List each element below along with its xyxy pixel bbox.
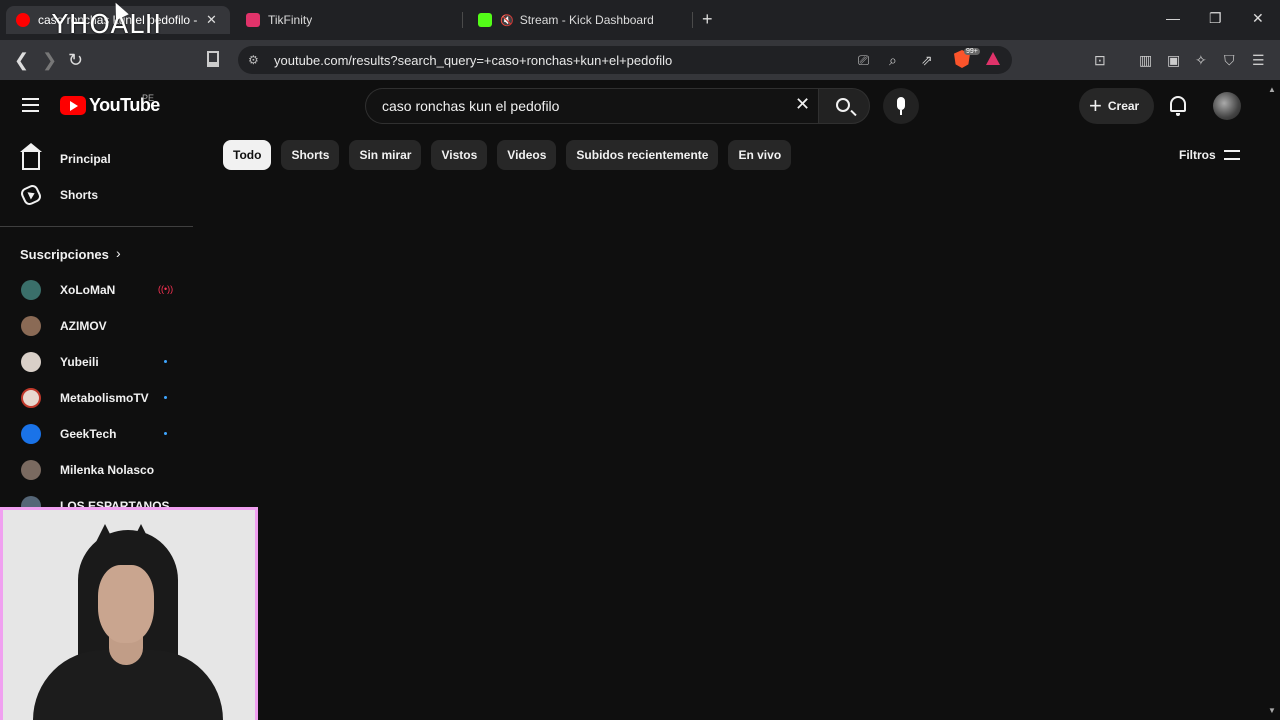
close-window-icon[interactable]: ✕ bbox=[1252, 10, 1264, 27]
channel-avatar bbox=[21, 316, 41, 336]
chip-subidos-recientemente[interactable]: Subidos recientemente bbox=[566, 140, 719, 170]
channel-name: GeekTech bbox=[60, 427, 117, 441]
create-button[interactable]: + Crear bbox=[1079, 88, 1154, 124]
forward-button[interactable]: ❯ bbox=[42, 50, 57, 71]
voice-search-button[interactable] bbox=[883, 88, 919, 124]
country-code: PE bbox=[142, 93, 155, 103]
subscription-item[interactable]: MetabolismoTV bbox=[0, 380, 193, 416]
screenshot-icon[interactable]: ⊡ bbox=[1094, 52, 1106, 69]
sidebar-item-label: Principal bbox=[60, 152, 111, 166]
minimize-icon[interactable]: — bbox=[1166, 10, 1180, 26]
chip-vistos[interactable]: Vistos bbox=[431, 140, 488, 170]
sidebar-item-principal[interactable]: Principal bbox=[0, 141, 193, 177]
search-box[interactable] bbox=[365, 88, 818, 124]
subscription-item[interactable]: GeekTech bbox=[0, 416, 193, 452]
channel-avatar bbox=[21, 352, 41, 372]
search-button[interactable] bbox=[818, 88, 870, 124]
plus-icon: + bbox=[1089, 93, 1102, 118]
sidebar-toggle-icon[interactable]: ▥ bbox=[1139, 52, 1152, 69]
chip-sin-mirar[interactable]: Sin mirar bbox=[349, 140, 422, 170]
channel-avatar bbox=[21, 388, 41, 408]
chip-en-vivo[interactable]: En vivo bbox=[728, 140, 792, 170]
channel-avatar bbox=[21, 280, 41, 300]
filters-label: Filtros bbox=[1179, 148, 1216, 162]
tikfinity-favicon-icon bbox=[246, 13, 260, 27]
channel-name: MetabolismoTV bbox=[60, 391, 149, 405]
chip-todo[interactable]: Todo bbox=[223, 140, 272, 170]
sidebar-item-label: Shorts bbox=[60, 188, 99, 202]
subscriptions-title[interactable]: Suscripciones bbox=[20, 247, 109, 262]
channel-name: AZIMOV bbox=[60, 319, 107, 333]
vpn-icon[interactable]: ⛉ bbox=[1224, 52, 1235, 69]
kick-favicon-icon bbox=[478, 13, 492, 27]
muted-audio-icon[interactable]: 🔇 bbox=[500, 14, 514, 27]
channel-avatar bbox=[21, 424, 41, 444]
guide-menu-icon[interactable] bbox=[22, 98, 39, 116]
tab-kick[interactable]: 🔇 Stream - Kick Dashboard bbox=[468, 6, 688, 34]
site-settings-icon[interactable]: ⚙ bbox=[248, 53, 262, 67]
reload-button[interactable]: ↻ bbox=[68, 50, 83, 71]
browser-toolbar: ❮ ❯ ↻ ⚙ youtube.com/results?search_query… bbox=[0, 40, 1280, 80]
filters-button[interactable]: Filtros bbox=[1179, 148, 1240, 162]
tab-title: Stream - Kick Dashboard bbox=[519, 13, 654, 27]
leo-ai-icon[interactable]: ✧ bbox=[1195, 52, 1207, 69]
chip-videos[interactable]: Videos bbox=[497, 140, 557, 170]
clear-search-icon[interactable]: ✕ bbox=[795, 94, 810, 115]
account-avatar[interactable] bbox=[1213, 92, 1241, 120]
browser-tab-strip: caso ronchas kun el pedofilo - YouTube ✕… bbox=[0, 0, 1280, 40]
shorts-icon bbox=[19, 183, 43, 207]
tab-separator bbox=[692, 12, 693, 28]
stream-overlay-name: YHOALII bbox=[52, 10, 163, 40]
filters-sliders-icon bbox=[1223, 148, 1240, 162]
subscription-item[interactable]: Milenka Nolasco bbox=[0, 452, 193, 488]
subscription-item[interactable]: Yubeili bbox=[0, 344, 193, 380]
brave-rewards-icon[interactable] bbox=[986, 52, 1000, 65]
url-text: youtube.com/results?search_query=+caso+r… bbox=[274, 52, 673, 68]
subscription-item[interactable]: XoLoMaN ((•)) bbox=[0, 272, 193, 308]
filter-chips: Todo Shorts Sin mirar Vistos Videos Subi… bbox=[223, 140, 792, 170]
new-content-dot bbox=[164, 360, 167, 363]
tab-tikfinity[interactable]: TikFinity bbox=[236, 6, 456, 34]
youtube-play-icon bbox=[60, 96, 86, 115]
tab-title: TikFinity bbox=[268, 13, 313, 27]
subscription-item[interactable]: AZIMOV bbox=[0, 308, 193, 344]
channel-name: XoLoMaN bbox=[60, 283, 116, 297]
chevron-right-icon[interactable]: › bbox=[116, 245, 121, 261]
sidebar-divider bbox=[0, 226, 193, 227]
scroll-down-icon[interactable]: ▼ bbox=[1268, 706, 1276, 715]
home-icon bbox=[20, 143, 42, 170]
channel-name: Yubeili bbox=[60, 355, 99, 369]
new-tab-button[interactable]: + bbox=[702, 9, 713, 30]
search-icon bbox=[836, 98, 850, 112]
back-button[interactable]: ❮ bbox=[14, 50, 29, 71]
notifications-bell-icon[interactable] bbox=[1170, 96, 1186, 116]
wallet-icon[interactable]: ▣ bbox=[1167, 52, 1180, 69]
menu-icon[interactable]: ☰ bbox=[1252, 52, 1265, 69]
chip-shorts[interactable]: Shorts bbox=[281, 140, 340, 170]
bookmark-icon[interactable] bbox=[207, 51, 219, 67]
shields-count-badge: 99+ bbox=[964, 48, 980, 55]
webcam-overlay bbox=[0, 507, 258, 720]
channel-name: Milenka Nolasco bbox=[60, 463, 155, 477]
share-icon[interactable]: ⇗ bbox=[921, 52, 933, 69]
search-input[interactable] bbox=[382, 98, 772, 114]
microphone-icon bbox=[897, 97, 905, 110]
scroll-up-icon[interactable]: ▲ bbox=[1268, 85, 1276, 94]
new-content-dot bbox=[164, 396, 167, 399]
zoom-icon[interactable]: ⌕ bbox=[889, 52, 897, 69]
new-content-dot bbox=[164, 432, 167, 435]
close-tab-icon[interactable]: ✕ bbox=[206, 12, 217, 28]
restore-icon[interactable]: ❐ bbox=[1209, 10, 1222, 27]
create-label: Crear bbox=[1107, 99, 1140, 113]
cast-icon[interactable]: ⎚ bbox=[858, 52, 869, 69]
live-indicator-icon: ((•)) bbox=[158, 284, 174, 294]
sidebar-item-shorts[interactable]: Shorts bbox=[0, 177, 193, 213]
youtube-favicon-icon bbox=[16, 13, 30, 27]
youtube-masthead: YouTube PE ✕ + Crear bbox=[0, 80, 1280, 132]
tab-separator bbox=[462, 12, 463, 28]
channel-avatar bbox=[21, 460, 41, 480]
